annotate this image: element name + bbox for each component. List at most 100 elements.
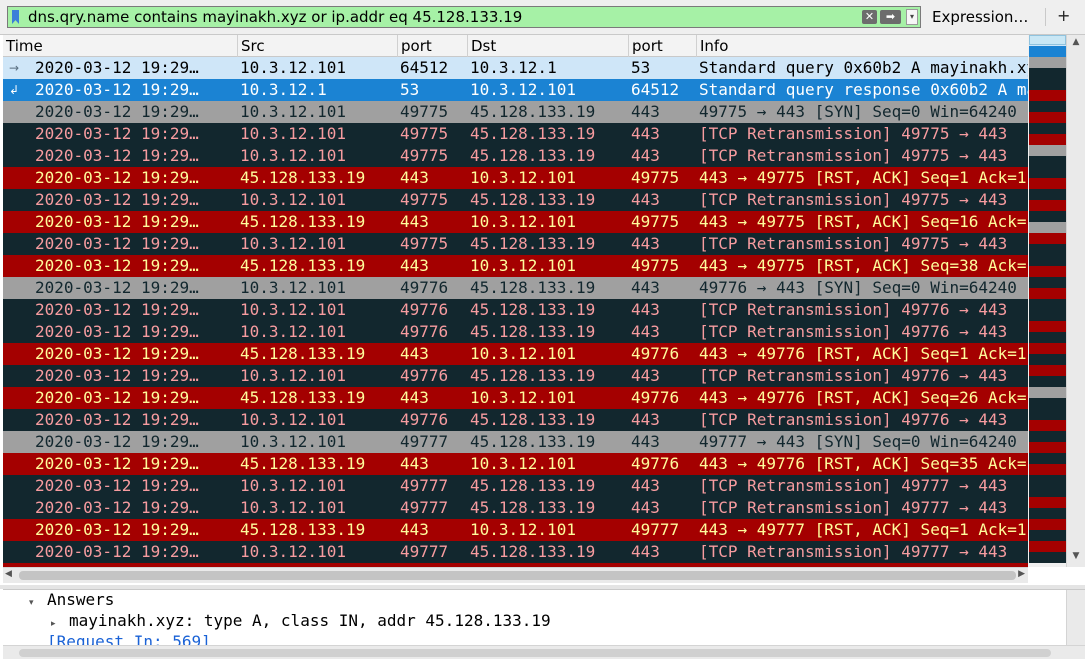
table-row-selected[interactable]: ↲ 2020-03-12 19:29… 10.3.12.1 53 10.3.12.101… [3,79,1028,101]
table-row[interactable]: 2020-03-12 19:29… 45.128.133.19 443 10.3.12… [3,343,1028,365]
table-row[interactable]: 2020-03-12 19:29… 10.3.12.101 49776 45.128.… [3,365,1028,387]
table-row[interactable]: → 2020-03-12 19:29… 10.3.12.101 64512 10.3.1… [3,57,1028,79]
cell-dst: 45.128.133.19 [470,102,596,121]
column-header-dst[interactable]: Dst [467,35,628,57]
packet-minimap[interactable] [1028,35,1066,567]
details-horizontal-scroll-thumb[interactable] [19,649,1051,657]
minimap-stripe [1029,310,1066,321]
table-row[interactable]: 2020-03-12 19:29… 10.3.12.101 49775 45.128.… [3,101,1028,123]
answer-text: mayinakh.xyz: type A, class IN, addr 45.… [69,611,551,630]
cell-src: 10.3.12.101 [240,300,346,319]
table-row[interactable]: 2020-03-12 19:29… 10.3.12.101 49776 45.128.… [3,299,1028,321]
table-row[interactable]: 2020-03-12 19:29… 10.3.12.101 49777 45.128.… [3,541,1028,563]
cell-dst: 45.128.133.19 [470,300,596,319]
minimap-stripe [1029,189,1066,200]
cell-time: 2020-03-12 19:29… [35,256,199,275]
cell-src-port: 49777 [400,498,449,517]
collapse-arrow-icon[interactable]: ▸ [51,614,69,634]
cell-dst-port: 49777 [631,520,680,539]
table-row[interactable]: 2020-03-12 19:29… 10.3.12.101 49776 45.128.… [3,277,1028,299]
cell-dst: 45.128.133.19 [470,542,596,561]
details-horizontal-scrollbar[interactable] [3,645,1085,659]
cell-dst-port: 49776 [631,388,680,407]
cell-dst-port: 443 [631,476,660,495]
expand-arrow-icon[interactable]: ▾ [29,593,47,613]
tree-item-answer[interactable]: ▸ mayinakh.xyz: type A, class IN, addr 45… [51,611,551,634]
column-header-dst-port[interactable]: port [628,35,696,57]
table-row[interactable]: 2020-03-12 19:29… 10.3.12.101 49776 45.128.… [3,321,1028,343]
scroll-right-icon[interactable]: ▶ [1018,569,1025,579]
table-row[interactable]: 2020-03-12 19:29… 45.128.133.19 443 10.3.12… [3,255,1028,277]
expression-button[interactable]: Expression… [932,6,1028,28]
minimap-stripe [1029,123,1066,134]
table-row[interactable]: 2020-03-12 19:29… 10.3.12.101 49775 45.128.… [3,233,1028,255]
minimap-stripe [1029,277,1066,288]
cell-time: 2020-03-12 19:29… [35,498,199,517]
scroll-left-icon[interactable]: ◀ [5,569,12,579]
table-row[interactable]: 2020-03-12 19:29… 10.3.12.101 49777 45.128.… [3,431,1028,453]
table-row[interactable]: 2020-03-12 19:29… 45.128.133.19 443 10.3.12… [3,211,1028,233]
cell-time: 2020-03-12 19:29… [35,432,199,451]
cell-src-port: 49776 [400,278,449,297]
answers-label: Answers [47,590,115,609]
display-filter-text[interactable]: dns.qry.name contains mayinakh.xyz or ip… [28,8,522,27]
cell-dst-port: 443 [631,146,660,165]
cell-time: 2020-03-12 19:29… [35,476,199,495]
scroll-up-icon[interactable]: ▲ [1067,37,1085,49]
packet-rows: → 2020-03-12 19:29… 10.3.12.101 64512 10.3.1… [3,57,1028,567]
cell-time: 2020-03-12 19:29… [35,520,199,539]
cell-src: 45.128.133.19 [240,168,366,187]
cell-src: 10.3.12.101 [240,322,346,341]
apply-filter-icon[interactable]: ➡ [880,10,901,24]
cell-src: 10.3.12.101 [240,366,346,385]
minimap-stripe [1029,442,1066,453]
cell-src-port: 49777 [400,476,449,495]
column-header-src[interactable]: Src [237,35,397,57]
table-row[interactable]: 2020-03-12 19:29… 10.3.12.101 49775 45.128.… [3,189,1028,211]
filter-history-dropdown[interactable]: ▾ [906,9,918,25]
add-filter-button[interactable]: + [1057,5,1070,27]
horizontal-scroll-thumb[interactable] [19,571,1016,580]
cell-src: 10.3.12.101 [240,542,346,561]
cell-info: [TCP Retransmission] 49776 → 443 [699,300,1008,319]
table-row[interactable]: 2020-03-12 19:29… 10.3.12.101 49775 45.128.… [3,123,1028,145]
table-row[interactable]: 2020-03-12 19:29… 45.128.133.19 443 10.3.12… [3,519,1028,541]
cell-info: Standard query 0x60b2 A mayinakh.xyz [699,58,1028,77]
table-row[interactable]: 2020-03-12 19:29… 45.128.133.19 443 10.3.12… [3,167,1028,189]
cell-info: [TCP Retransmission] 49777 → 443 [699,476,1008,495]
packet-list-horizontal-scrollbar[interactable]: ◀ ▶ [3,567,1028,583]
cell-time: 2020-03-12 19:29… [35,146,199,165]
cell-dst-port: 443 [631,278,660,297]
table-row[interactable]: 2020-03-12 19:29… 45.128.133.19 443 10.3.12… [3,453,1028,475]
table-row[interactable]: 2020-03-12 19:29… 10.3.12.101 49776 45.128.… [3,409,1028,431]
cell-dst-port: 443 [631,300,660,319]
cell-src-port: 49776 [400,366,449,385]
tree-item-answers[interactable]: ▾ Answers [29,590,114,613]
table-row[interactable]: 2020-03-12 19:29… 10.3.12.101 49777 45.128.… [3,497,1028,519]
minimap-stripe [1029,101,1066,112]
cell-dst-port: 443 [631,410,660,429]
table-row[interactable]: 2020-03-12 19:29… 45.128.133.19 443 10.3.12… [3,387,1028,409]
table-row[interactable]: 2020-03-12 19:29… 10.3.12.101 49777 45.128.… [3,475,1028,497]
packet-details-pane: ▾ Answers ▸ mayinakh.xyz: type A, class IN… [3,589,1085,660]
cell-src-port: 443 [400,388,429,407]
clear-filter-icon[interactable]: ✕ [862,10,877,24]
column-header-time[interactable]: Time [3,35,237,57]
cell-src: 10.3.12.101 [240,234,346,253]
minimap-viewport[interactable] [1029,35,1066,45]
column-header-info[interactable]: Info [696,35,1028,57]
display-filter-input[interactable]: dns.qry.name contains mayinakh.xyz or ip… [7,6,921,28]
details-vertical-scrollbar[interactable] [1066,590,1085,646]
cell-info: [TCP Retransmission] 49776 → 443 [699,366,1008,385]
table-row[interactable]: 2020-03-12 19:29… 10.3.12.101 49775 45.128.… [3,145,1028,167]
cell-time: 2020-03-12 19:29… [35,322,199,341]
cell-src-port: 53 [400,80,420,99]
column-header-src-port[interactable]: port [397,35,467,57]
cell-dst: 10.3.12.101 [470,454,576,473]
cell-src-port: 49776 [400,410,449,429]
cell-src-port: 443 [400,454,429,473]
scroll-down-icon[interactable]: ▼ [1067,551,1085,563]
packet-list-vertical-scrollbar[interactable]: ▲ ▼ [1066,35,1085,567]
toolbar-divider [1045,8,1046,26]
bookmark-icon[interactable] [12,10,19,24]
